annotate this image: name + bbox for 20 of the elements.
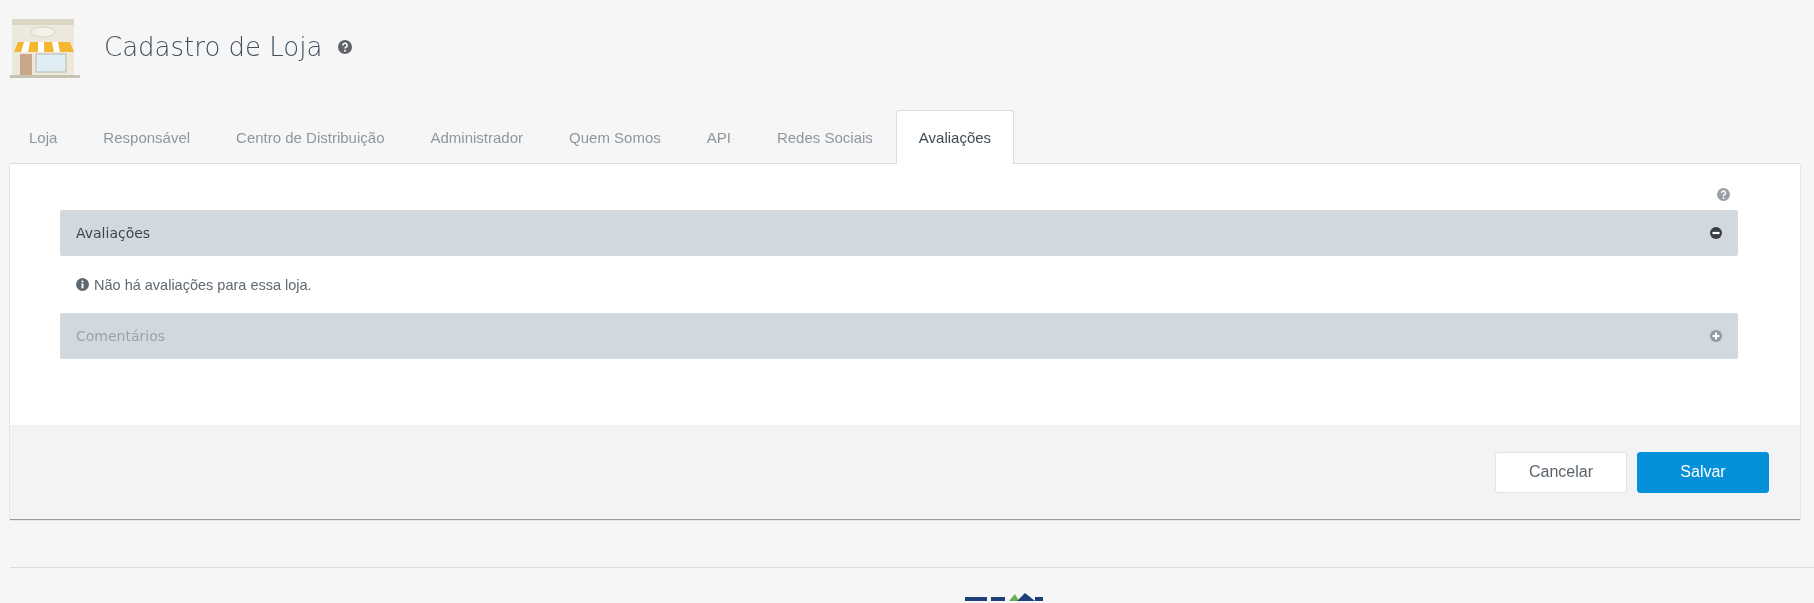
tab[interactable]: API: [683, 110, 754, 164]
save-button[interactable]: Salvar: [1637, 451, 1769, 493]
logo-icon: [965, 593, 1043, 601]
tab[interactable]: Redes Sociais: [753, 110, 896, 164]
tab[interactable]: Centro de Distribuição: [213, 110, 408, 164]
help-icon[interactable]: [338, 40, 353, 54]
info-icon: [76, 278, 89, 291]
help-icon[interactable]: [1717, 188, 1730, 201]
tab[interactable]: Quem Somos: [546, 110, 684, 164]
tab[interactable]: Loja: [10, 110, 81, 164]
cancel-button[interactable]: Cancelar: [1495, 451, 1627, 493]
section-title: Avaliações: [76, 225, 151, 241]
page-title: Cadastro de Loja: [104, 32, 323, 62]
tab[interactable]: Responsável: [80, 110, 214, 164]
expand-icon[interactable]: [1710, 330, 1722, 342]
collapse-icon[interactable]: [1710, 227, 1722, 239]
accordion-header[interactable]: Avaliações: [60, 210, 1738, 256]
empty-message: Não há avaliações para essa loja.: [94, 276, 312, 293]
tab[interactable]: Administrador: [407, 110, 547, 164]
tab[interactable]: Avaliações: [895, 110, 1015, 164]
